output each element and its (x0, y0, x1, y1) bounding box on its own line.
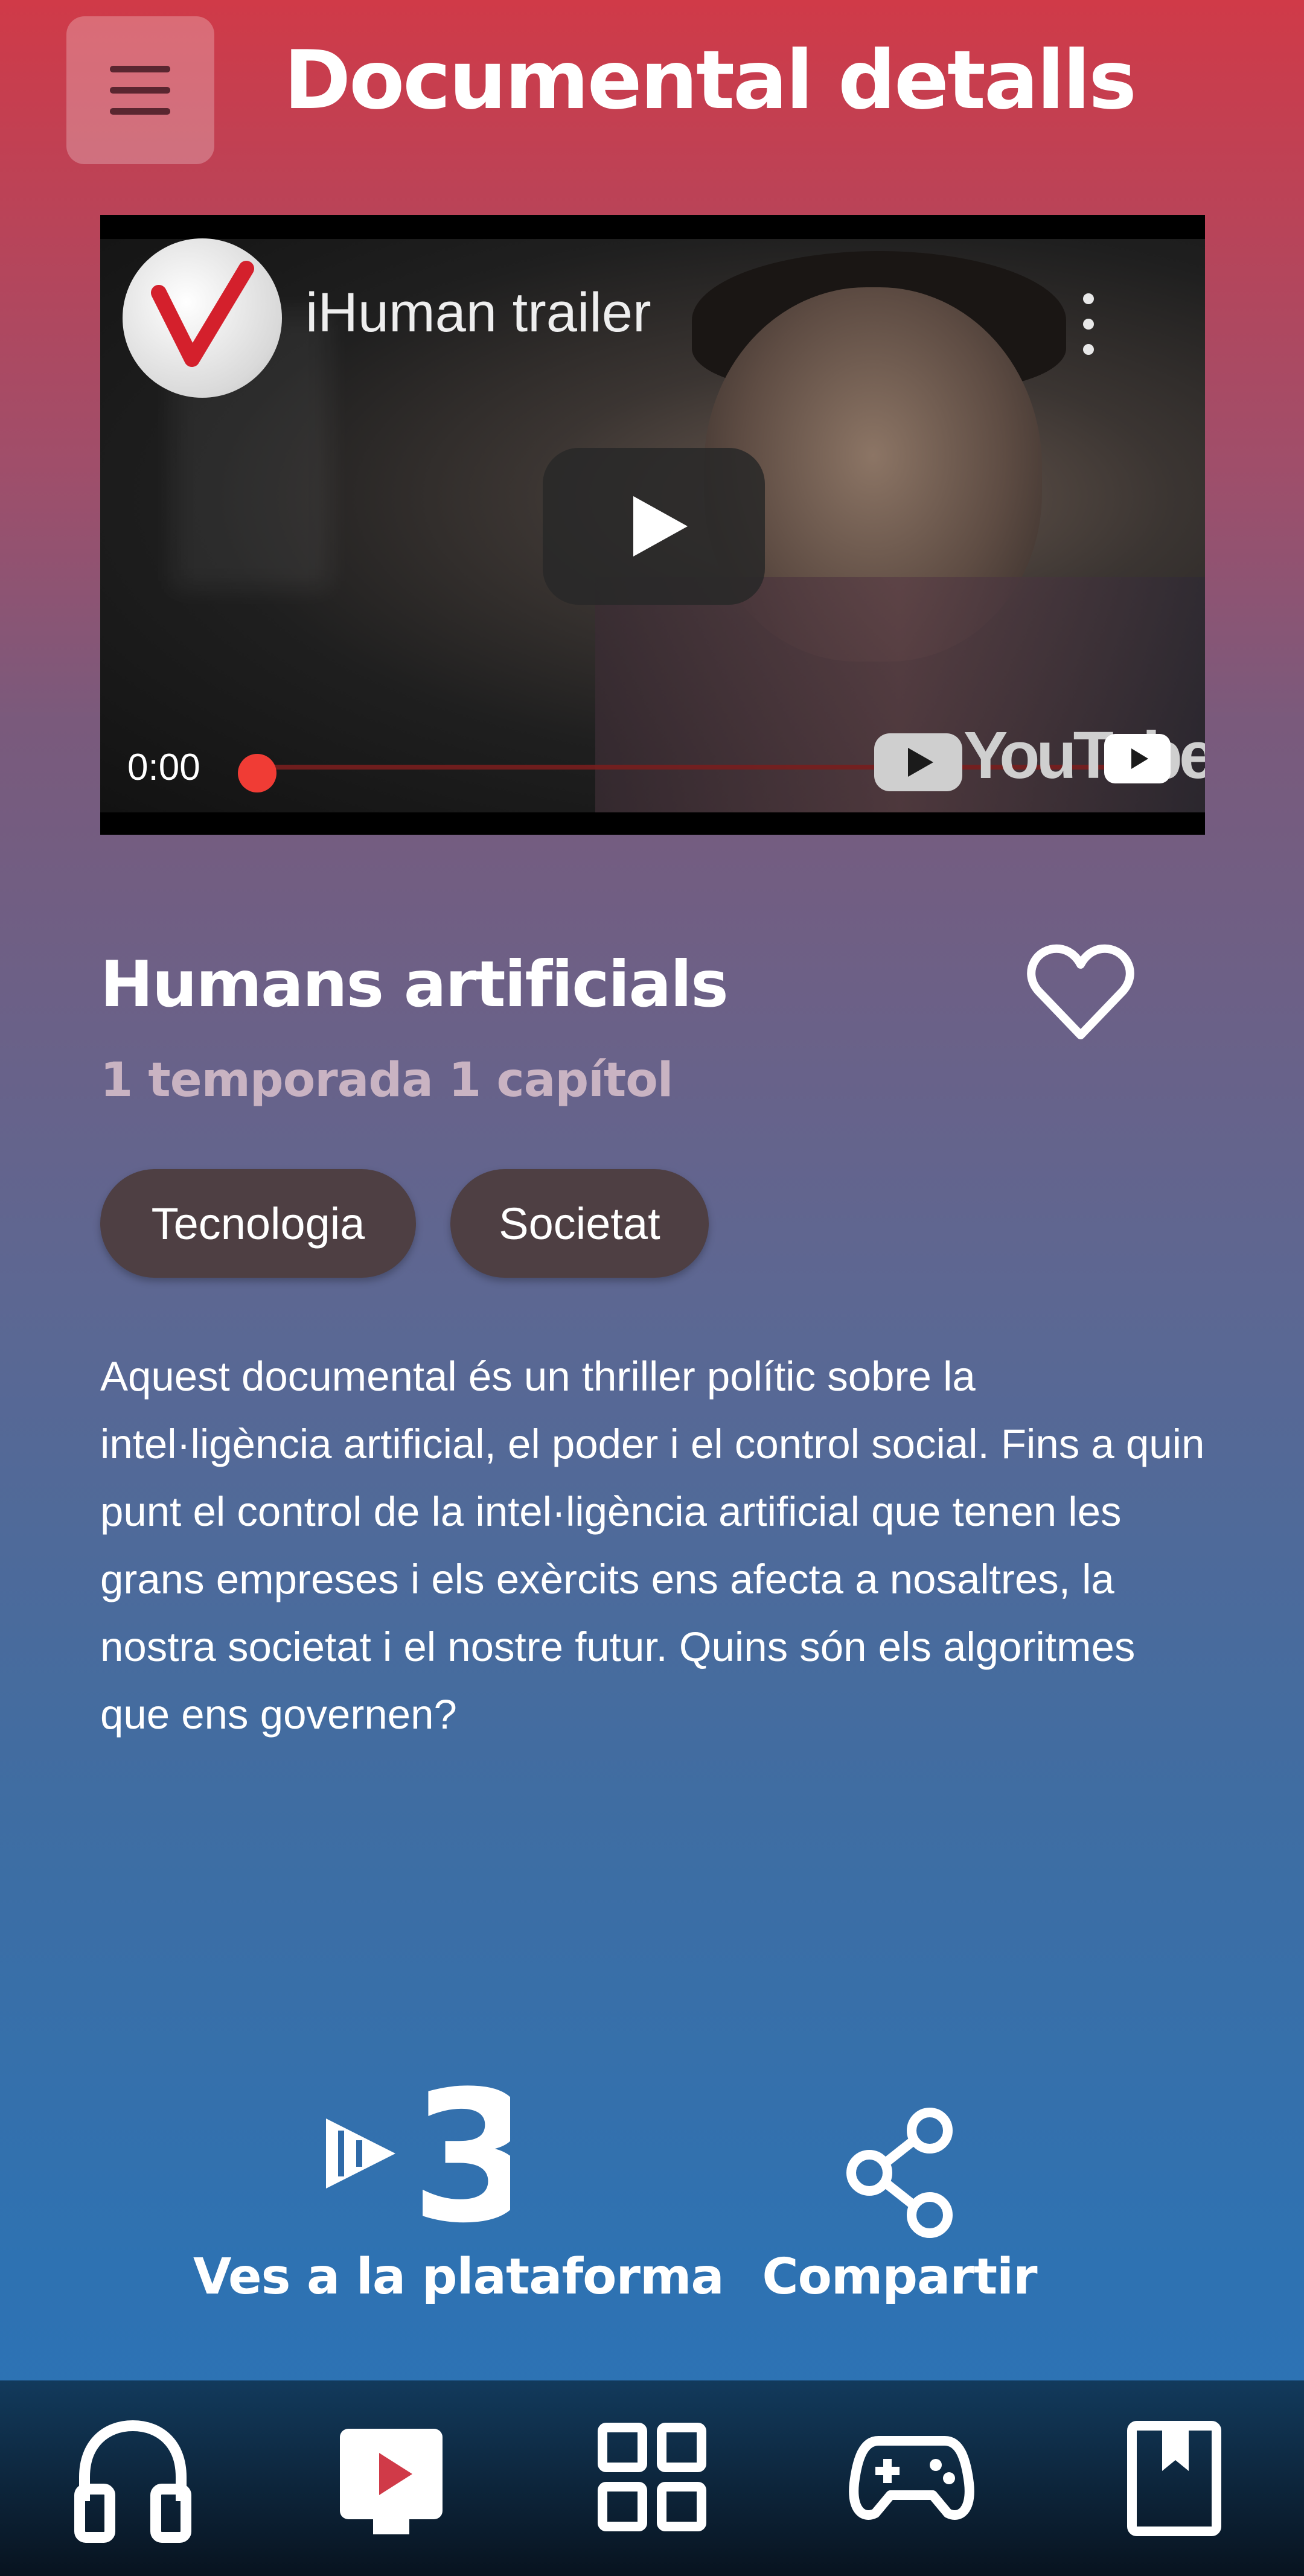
more-options-icon[interactable] (1070, 293, 1106, 360)
headphones-icon (74, 2420, 191, 2543)
tag-tecnologia[interactable]: Tecnologia (100, 1169, 416, 1278)
video-play-icon (340, 2429, 443, 2534)
app-header: Documental detalls (0, 0, 1304, 181)
checkmark-logo-icon (151, 261, 254, 367)
video-title[interactable]: iHuman trailer (305, 281, 651, 345)
bookmark-book-icon (1127, 2421, 1221, 2536)
youtube-play-badge-icon (874, 733, 962, 791)
nav-item-video[interactable] (325, 2411, 458, 2543)
gamepad-icon (849, 2436, 974, 2520)
youtube-small-play-icon (1131, 748, 1148, 769)
share-label: Compartir (762, 2248, 1037, 2306)
video-time: 0:00 (127, 747, 200, 788)
progress-scrubber[interactable] (238, 754, 276, 792)
tv3-logo: 3 (326, 2052, 537, 2263)
description: Aquest documental és un thriller polític… (100, 1353, 1205, 1738)
video-player[interactable]: iHuman trailer 0:00 YouTube (100, 215, 1205, 835)
favorite-button[interactable] (1026, 942, 1135, 1044)
season-episode-count: 1 temporada 1 capítol (100, 1053, 674, 1108)
nav-item-games[interactable] (845, 2411, 978, 2543)
go-to-platform-button[interactable]: 3 Ves a la plataforma (193, 2052, 724, 2306)
play-icon (633, 496, 688, 556)
fullscreen-youtube-icon[interactable] (1104, 734, 1171, 783)
share-icon (846, 2108, 953, 2238)
play-button[interactable] (543, 448, 765, 605)
channel-avatar[interactable] (123, 238, 282, 398)
page-title: Documental detalls (284, 33, 1137, 127)
tag-societat[interactable]: Societat (450, 1169, 709, 1278)
menu-button[interactable] (66, 16, 214, 164)
svg-text:3: 3 (411, 2082, 510, 2227)
nav-item-catalog[interactable] (586, 2411, 718, 2543)
bottom-navigation (0, 2380, 1304, 2576)
nav-item-audio[interactable] (66, 2411, 199, 2543)
grid-icon (598, 2423, 706, 2531)
nav-item-bookmarks[interactable] (1108, 2411, 1241, 2543)
show-title: Humans artificials (100, 948, 729, 1021)
share-button[interactable]: Compartir (749, 2100, 1050, 2306)
platform-label: Ves a la plataforma (193, 2248, 724, 2306)
heart-outline-icon (1027, 944, 1134, 1039)
